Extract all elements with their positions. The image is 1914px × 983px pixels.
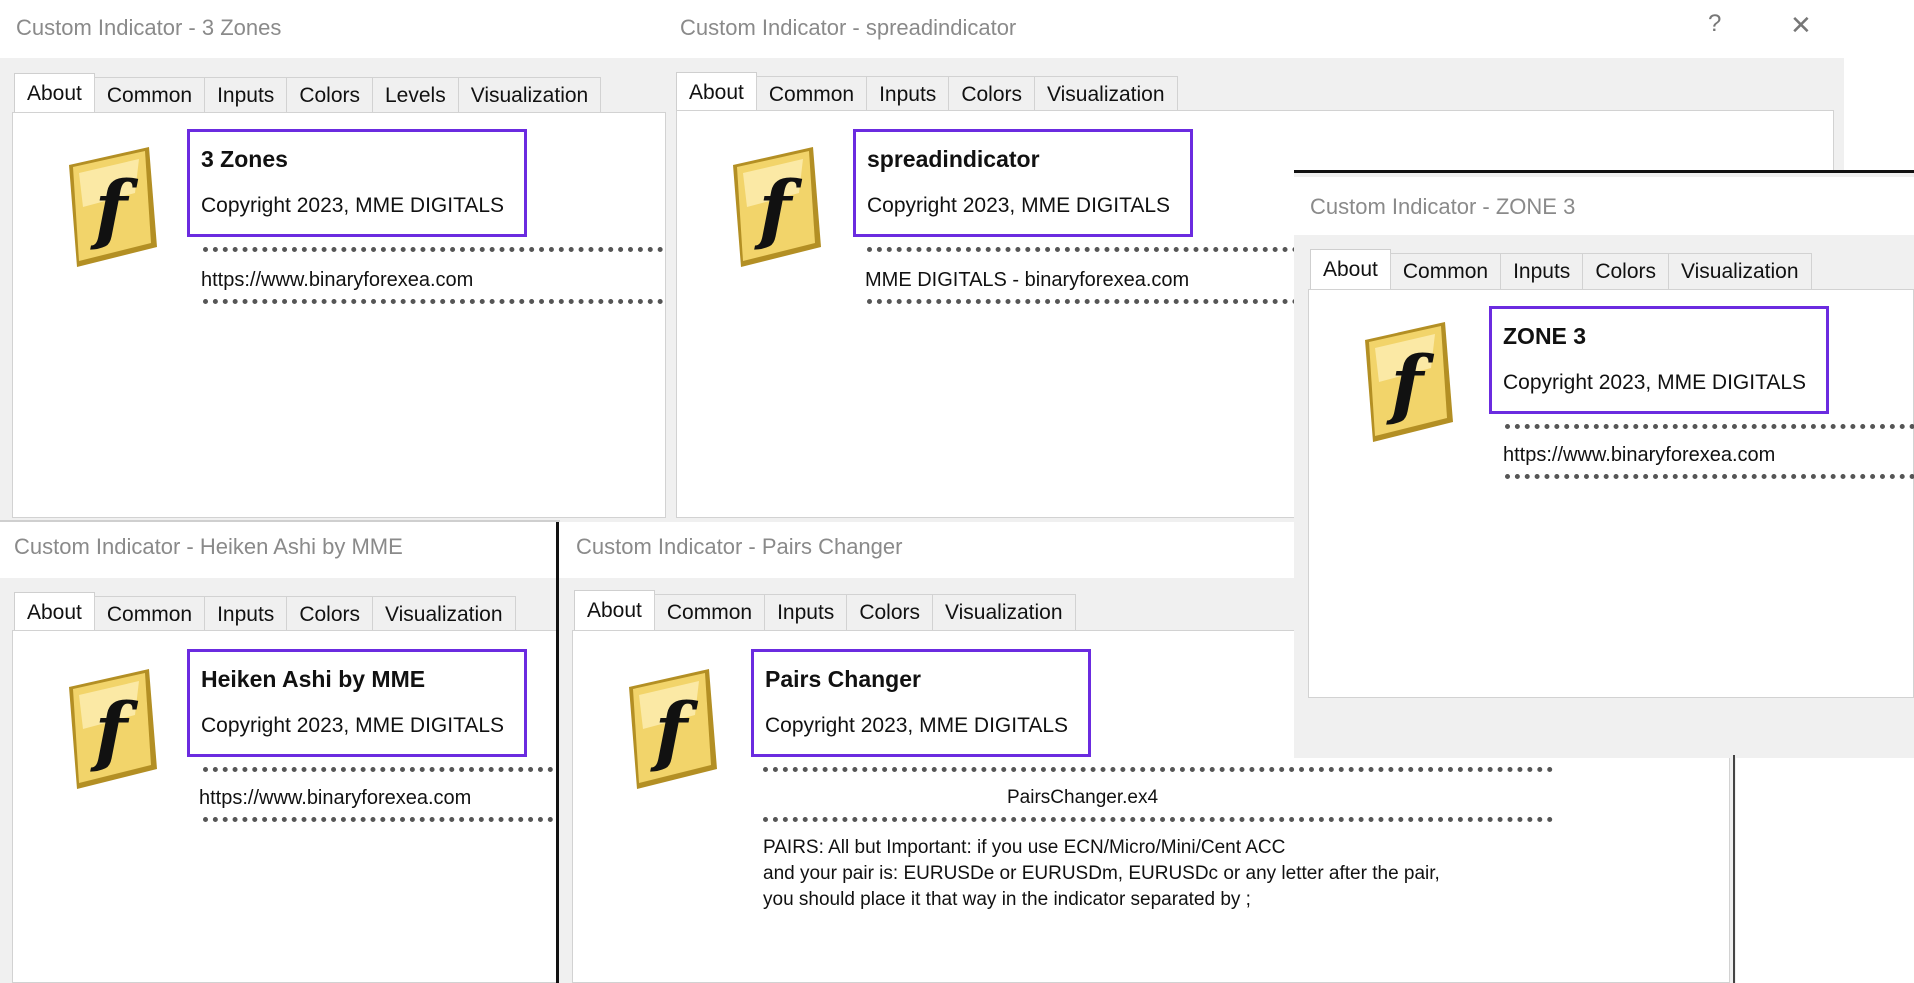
tab-common[interactable]: Common	[93, 596, 206, 633]
dialog-title: Custom Indicator - spreadindicator	[666, 0, 1844, 58]
about-panel: f Heiken Ashi by MME Copyright 2023, MME…	[12, 630, 558, 983]
indicator-name: Heiken Ashi by MME	[201, 666, 426, 692]
tab-common[interactable]: Common	[653, 594, 766, 631]
tab-about[interactable]: About	[676, 72, 757, 113]
separator-top	[1505, 424, 1914, 429]
tab-about[interactable]: About	[14, 73, 95, 114]
tab-strip: About Common Inputs Colors Visualization	[676, 72, 1178, 113]
indicator-function-icon: f	[1361, 318, 1457, 450]
tab-strip: About Common Inputs Colors Levels Visual…	[14, 73, 602, 114]
window-divider-horizontal	[0, 520, 560, 522]
indicator-name: spreadindicator	[867, 146, 1040, 172]
indicator-link[interactable]: https://www.binaryforexea.com	[201, 269, 473, 292]
tab-strip: About Common Inputs Colors Visualization	[574, 590, 1076, 631]
copyright-text: Copyright 2023, MME DIGITALS	[201, 194, 505, 217]
indicator-link[interactable]: https://www.binaryforexea.com	[199, 787, 471, 810]
indicator-name: ZONE 3	[1503, 323, 1587, 349]
indicator-name: Pairs Changer	[765, 666, 921, 692]
description-line-3: you should place it that way in the indi…	[763, 889, 1251, 910]
tab-inputs[interactable]: Inputs	[1500, 253, 1584, 290]
tab-inputs[interactable]: Inputs	[204, 77, 288, 114]
about-panel: f 3 Zones Copyright 2023, MME DIGITALS h…	[12, 112, 666, 518]
tab-strip: About Common Inputs Colors Visualization	[1310, 249, 1812, 290]
description-line-2: and your pair is: EURUSDe or EURUSDm, EU…	[763, 863, 1440, 884]
dialog-heiken-ashi: Custom Indicator - Heiken Ashi by MME Ab…	[0, 522, 558, 983]
tab-visualization[interactable]: Visualization	[1668, 253, 1812, 290]
tab-about[interactable]: About	[1310, 249, 1391, 290]
dialog-title: Custom Indicator - 3 Zones	[0, 0, 666, 58]
copyright-text: Copyright 2023, MME DIGITALS	[1503, 371, 1807, 394]
tab-common[interactable]: Common	[93, 77, 206, 114]
tab-common[interactable]: Common	[1389, 253, 1502, 290]
dialog-3-zones: Custom Indicator - 3 Zones About Common …	[0, 0, 666, 522]
separator-middle	[763, 817, 1553, 822]
tab-colors[interactable]: Colors	[846, 594, 933, 631]
help-button[interactable]: ?	[1708, 10, 1721, 38]
indicator-link[interactable]: MME DIGITALS - binaryforexea.com	[865, 269, 1189, 292]
tab-visualization[interactable]: Visualization	[457, 77, 602, 114]
separator-bottom	[1505, 474, 1914, 479]
indicator-info-box: spreadindicator Copyright 2023, MME DIGI…	[853, 129, 1193, 237]
indicator-link[interactable]: https://www.binaryforexea.com	[1503, 444, 1775, 467]
description-line-1: PAIRS: All but Important: if you use ECN…	[763, 837, 1286, 858]
copyright-text: Copyright 2023, MME DIGITALS	[765, 714, 1069, 737]
tab-visualization[interactable]: Visualization	[372, 596, 516, 633]
separator-bottom	[203, 299, 666, 304]
tab-inputs[interactable]: Inputs	[866, 76, 950, 113]
indicator-function-icon: f	[65, 143, 161, 275]
separator-bottom	[203, 817, 558, 822]
file-name: PairsChanger.ex4	[1007, 787, 1159, 808]
tab-visualization[interactable]: Visualization	[1034, 76, 1178, 113]
copyright-text: Copyright 2023, MME DIGITALS	[201, 714, 505, 737]
separator-top	[203, 247, 666, 252]
indicator-function-icon: f	[729, 143, 825, 275]
tab-visualization[interactable]: Visualization	[932, 594, 1076, 631]
tab-strip: About Common Inputs Colors Visualization	[14, 592, 516, 633]
dialog-title: Custom Indicator - Heiken Ashi by MME	[0, 522, 558, 578]
tab-colors[interactable]: Colors	[948, 76, 1035, 113]
indicator-function-icon: f	[625, 665, 721, 797]
window-divider	[556, 522, 559, 983]
copyright-text: Copyright 2023, MME DIGITALS	[867, 194, 1171, 217]
indicator-info-box: ZONE 3 Copyright 2023, MME DIGITALS	[1489, 306, 1829, 414]
tab-about[interactable]: About	[574, 590, 655, 631]
tab-common[interactable]: Common	[755, 76, 868, 113]
dialog-title: Custom Indicator - ZONE 3	[1294, 177, 1914, 235]
indicator-info-box: 3 Zones Copyright 2023, MME DIGITALS	[187, 129, 527, 237]
dialog-zone-3: Custom Indicator - ZONE 3 About Common I…	[1294, 170, 1914, 758]
tab-about[interactable]: About	[14, 592, 95, 633]
tab-colors[interactable]: Colors	[286, 596, 373, 633]
indicator-function-icon: f	[65, 665, 161, 797]
indicator-info-box: Pairs Changer Copyright 2023, MME DIGITA…	[751, 649, 1091, 757]
close-icon[interactable]: ✕	[1790, 10, 1812, 41]
tab-colors[interactable]: Colors	[1582, 253, 1669, 290]
indicator-info-box: Heiken Ashi by MME Copyright 2023, MME D…	[187, 649, 527, 757]
tab-levels[interactable]: Levels	[372, 77, 459, 114]
tab-colors[interactable]: Colors	[286, 77, 373, 114]
tab-inputs[interactable]: Inputs	[764, 594, 848, 631]
tab-inputs[interactable]: Inputs	[204, 596, 288, 633]
indicator-name: 3 Zones	[201, 146, 288, 172]
about-panel: f ZONE 3 Copyright 2023, MME DIGITALS ht…	[1308, 289, 1914, 698]
separator-top	[203, 767, 558, 772]
window-edge	[1733, 755, 1735, 983]
separator-top	[763, 767, 1553, 772]
